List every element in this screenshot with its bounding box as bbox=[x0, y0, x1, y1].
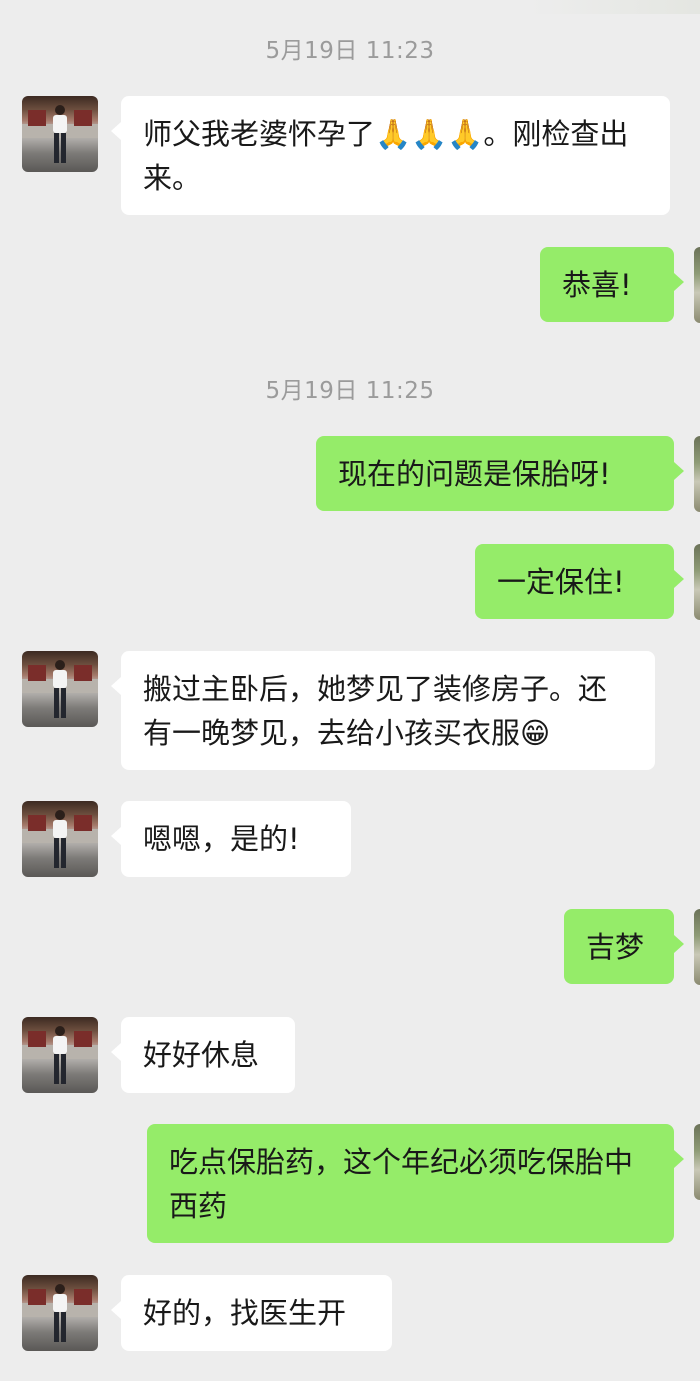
status-strip bbox=[530, 0, 700, 14]
message-bubble[interactable]: 搬过主卧后，她梦见了装修房子。还有一晚梦见，去给小孩买衣服😁 bbox=[111, 651, 655, 770]
contact-avatar[interactable] bbox=[22, 96, 98, 172]
message-text: 吃点保胎药，这个年纪必须吃保胎中西药 bbox=[169, 1145, 634, 1223]
chat-view[interactable]: 5月19日 11:23 师父我老婆怀孕了🙏🙏🙏。刚检查出来。 恭喜! 5月19日… bbox=[0, 0, 700, 1381]
person-icon bbox=[22, 1284, 98, 1342]
timestamp: 5月19日 11:23 bbox=[265, 38, 435, 64]
message-text: 恭喜! bbox=[562, 268, 632, 302]
message-bubble[interactable]: 好好休息 bbox=[111, 1017, 295, 1093]
message-text: 吉梦 bbox=[586, 930, 645, 964]
person-icon bbox=[22, 660, 98, 718]
person-icon bbox=[22, 105, 98, 163]
message-bubble[interactable]: 现在的问题是保胎呀! bbox=[316, 436, 684, 511]
self-avatar[interactable] bbox=[694, 436, 700, 512]
message-bubble[interactable]: 吃点保胎药，这个年纪必须吃保胎中西药 bbox=[147, 1124, 684, 1243]
contact-avatar[interactable] bbox=[22, 1275, 98, 1351]
person-icon bbox=[22, 810, 98, 868]
message-text: 一定保住! bbox=[497, 565, 625, 599]
message-text: 现在的问题是保胎呀! bbox=[338, 457, 611, 491]
contact-avatar[interactable] bbox=[22, 651, 98, 727]
contact-avatar[interactable] bbox=[22, 801, 98, 877]
self-avatar[interactable] bbox=[694, 247, 700, 323]
self-avatar[interactable] bbox=[694, 909, 700, 985]
self-avatar[interactable] bbox=[694, 1124, 700, 1200]
self-avatar[interactable] bbox=[694, 544, 700, 620]
message-text: 师父我老婆怀孕了🙏🙏🙏。刚检查出来。 bbox=[143, 117, 629, 195]
message-text: 好好休息 bbox=[143, 1038, 260, 1072]
message-text: 搬过主卧后，她梦见了装修房子。还有一晚梦见，去给小孩买衣服😁 bbox=[143, 672, 608, 750]
message-text: 好的，找医生开 bbox=[143, 1296, 347, 1330]
message-bubble[interactable]: 恭喜! bbox=[540, 247, 684, 322]
message-bubble[interactable]: 师父我老婆怀孕了🙏🙏🙏。刚检查出来。 bbox=[111, 96, 670, 215]
person-icon bbox=[22, 1026, 98, 1084]
message-text: 嗯嗯，是的! bbox=[143, 822, 300, 856]
timestamp: 5月19日 11:25 bbox=[265, 378, 435, 404]
message-bubble[interactable]: 吉梦 bbox=[564, 909, 684, 984]
message-bubble[interactable]: 嗯嗯，是的! bbox=[111, 801, 351, 877]
message-bubble[interactable]: 好的，找医生开 bbox=[111, 1275, 392, 1351]
contact-avatar[interactable] bbox=[22, 1017, 98, 1093]
message-bubble[interactable]: 一定保住! bbox=[475, 544, 684, 619]
